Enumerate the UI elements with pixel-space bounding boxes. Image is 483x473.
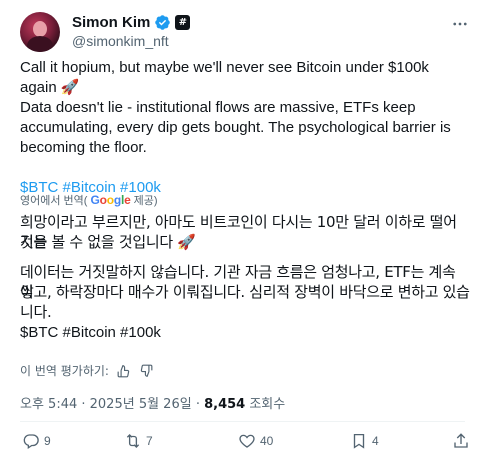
- share-icon: [454, 433, 468, 448]
- translation-para-2-line-3: 니다.: [20, 303, 52, 321]
- translation-suffix: 제공): [133, 195, 158, 207]
- repost-icon: [126, 434, 140, 448]
- translation-hashtags[interactable]: $BTC #Bitcoin #100k: [20, 323, 470, 343]
- translation-para-1-line-2: 것을 볼 수 없을 것입니다 🚀: [20, 233, 196, 251]
- view-count: 8,454: [204, 397, 246, 412]
- divider: [20, 421, 465, 422]
- tweet-text: Call it hopium, but maybe we'll never se…: [20, 58, 465, 198]
- google-logo: Google: [90, 193, 131, 207]
- translation-para-2-line-2: 이고, 하락장마다 매수가 이뤄집니다. 심리적 장벽이 바닥으로 변하고 있습: [20, 283, 470, 301]
- tweet-header: Simon Kim # @simonkim_nft: [20, 12, 470, 52]
- affiliate-badge[interactable]: #: [175, 15, 191, 30]
- tweet-line-2: Data doesn't lie - institutional flows a…: [20, 99, 451, 156]
- action-bar: 9 7 40 4: [20, 432, 470, 454]
- bookmark-button[interactable]: 4: [350, 432, 379, 450]
- more-options-icon[interactable]: [450, 14, 470, 34]
- view-label: 조회수: [245, 397, 286, 412]
- repost-button[interactable]: 7: [124, 432, 153, 450]
- like-button[interactable]: 40: [238, 432, 273, 450]
- heart-icon: [239, 434, 255, 448]
- thumbs-up-icon[interactable]: [117, 364, 131, 378]
- repost-count: 7: [146, 434, 153, 448]
- rate-translation-label: 이 번역 평가하기:: [20, 364, 109, 378]
- author-name[interactable]: Simon Kim: [72, 14, 150, 31]
- avatar[interactable]: [20, 12, 60, 52]
- verified-badge-icon[interactable]: [154, 14, 171, 31]
- translation-attribution: 영어에서 번역( Google 제공): [20, 192, 465, 208]
- reply-count: 9: [44, 434, 51, 448]
- tweet-meta: 오후 5:44 · 2025년 5월 26일 · 8,454 조회수: [20, 393, 285, 412]
- reply-icon: [23, 434, 39, 450]
- author-handle[interactable]: @simonkim_nft: [72, 33, 169, 49]
- tweet-timestamp[interactable]: 오후 5:44 · 2025년 5월 26일 ·: [20, 397, 204, 412]
- reply-button[interactable]: 9: [22, 432, 51, 450]
- tweet-line-1: Call it hopium, but maybe we'll never se…: [20, 59, 429, 96]
- share-button[interactable]: [452, 432, 470, 450]
- bookmark-count: 4: [372, 434, 379, 448]
- name-row: Simon Kim #: [72, 14, 191, 31]
- avatar-face: [33, 21, 47, 37]
- like-count: 40: [260, 434, 274, 448]
- thumbs-down-icon[interactable]: [139, 364, 153, 378]
- avatar-body: [27, 36, 53, 52]
- bookmark-icon: [353, 433, 365, 449]
- rate-translation: 이 번역 평가하기:: [20, 362, 153, 379]
- translation-label: 영어에서 번역(: [20, 195, 88, 207]
